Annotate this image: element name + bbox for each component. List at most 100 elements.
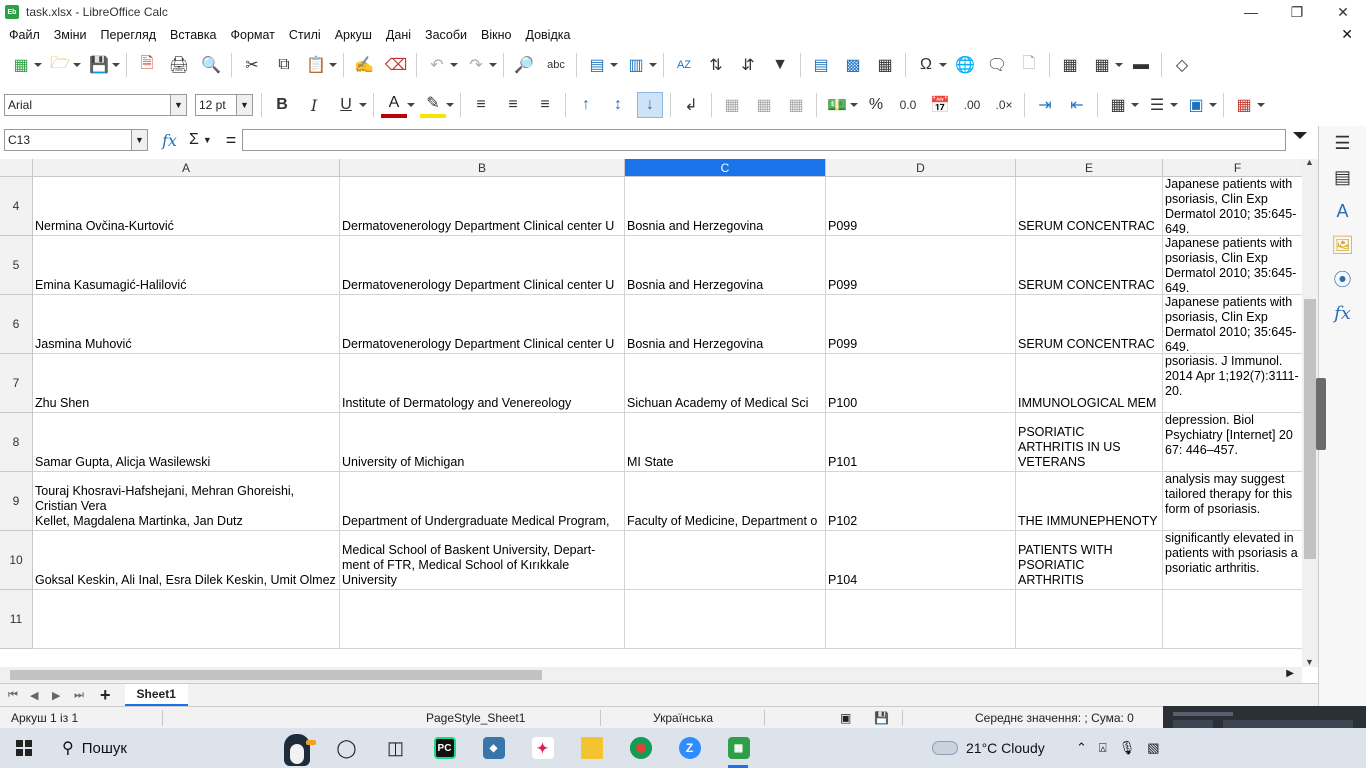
menu-styles[interactable]: Стилі bbox=[289, 28, 321, 42]
number-format-icon[interactable]: 0.0 bbox=[895, 92, 921, 118]
cell-c11[interactable] bbox=[625, 590, 826, 649]
horizontal-scrollbar[interactable]: ▶ bbox=[0, 667, 1302, 683]
restore-button[interactable]: ❐ bbox=[1274, 0, 1320, 24]
close-document-icon[interactable]: ✕ bbox=[1341, 26, 1353, 43]
sort-descending-icon[interactable]: ⇵ bbox=[735, 52, 761, 78]
add-decimal-icon[interactable]: .00 bbox=[959, 92, 985, 118]
cell-b9[interactable]: Department of Undergraduate Medical Prog… bbox=[340, 472, 625, 531]
delete-decimal-icon[interactable]: .0× bbox=[991, 92, 1017, 118]
comment-icon[interactable]: 🗨 bbox=[984, 52, 1010, 78]
save-icon[interactable]: 💾 bbox=[86, 52, 120, 78]
cell-e10[interactable]: PATIENTS WITH PSORIATIC ARTHRITIS bbox=[1016, 531, 1163, 590]
unmerge-cells-icon[interactable]: ▦ bbox=[783, 92, 809, 118]
select-all-corner[interactable] bbox=[0, 159, 33, 177]
first-sheet-icon[interactable]: ⏮ bbox=[8, 689, 22, 702]
insert-image-icon[interactable]: ▤ bbox=[808, 52, 834, 78]
sum-icon[interactable]: Σ bbox=[189, 131, 199, 149]
highlight-color-icon[interactable]: ✎ bbox=[420, 92, 454, 118]
show-hidden-icons-icon[interactable]: ⌃ bbox=[1076, 740, 1087, 756]
cell-a7[interactable]: Zhu Shen bbox=[33, 354, 340, 413]
cell-c7[interactable]: Sichuan Academy of Medical Sci bbox=[625, 354, 826, 413]
print-icon[interactable]: 🖨 bbox=[166, 52, 192, 78]
cell-c5[interactable]: Bosnia and Herzegovina bbox=[625, 236, 826, 295]
paste-icon[interactable]: 📋 bbox=[303, 52, 337, 78]
gallery-icon[interactable]: 🖼 bbox=[1319, 228, 1366, 262]
align-bottom-icon[interactable]: ↓ bbox=[637, 92, 663, 118]
menu-tools[interactable]: Засоби bbox=[425, 28, 467, 42]
cell-e9[interactable]: THE IMMUNEPHENOTY bbox=[1016, 472, 1163, 531]
row-header[interactable]: 11 bbox=[0, 590, 33, 649]
cell-e5[interactable]: SERUM CONCENTRAC bbox=[1016, 236, 1163, 295]
language[interactable]: Українська bbox=[653, 711, 713, 725]
slack-icon[interactable]: ✦ bbox=[518, 728, 567, 768]
merge-cells-icon[interactable]: ▦ bbox=[751, 92, 777, 118]
cell-e4[interactable]: SERUM CONCENTRAC bbox=[1016, 177, 1163, 236]
undo-icon[interactable]: ↶ bbox=[424, 52, 458, 78]
taskbar-search[interactable]: ⚲ Пошук bbox=[48, 728, 258, 768]
spelling-icon[interactable]: abc bbox=[543, 52, 569, 78]
row-header[interactable]: 9 bbox=[0, 472, 33, 531]
cell-f5[interactable]: Japanese patients with psoriasis, Clin E… bbox=[1163, 236, 1302, 295]
cell-d9[interactable]: P102 bbox=[826, 472, 1016, 531]
cell-b11[interactable] bbox=[340, 590, 625, 649]
close-window-button[interactable]: ✕ bbox=[1320, 0, 1366, 24]
cell-e6[interactable]: SERUM CONCENTRAC bbox=[1016, 295, 1163, 354]
cell-a4[interactable]: Nermina Ovčina-Kurtović bbox=[33, 177, 340, 236]
minimize-button[interactable]: — bbox=[1228, 0, 1274, 24]
sidebar-toggle-handle[interactable] bbox=[1316, 378, 1326, 450]
column-icon[interactable]: ▥ bbox=[623, 52, 657, 78]
row-header[interactable]: 5 bbox=[0, 236, 33, 295]
cell-e8[interactable]: PSORIATIC ARTHRITIS IN US VETERANS bbox=[1016, 413, 1163, 472]
percent-format-icon[interactable]: % bbox=[863, 92, 889, 118]
row-header[interactable]: 6 bbox=[0, 295, 33, 354]
copy-icon[interactable]: ⧉ bbox=[271, 52, 297, 78]
decrease-indent-icon[interactable]: ⇤ bbox=[1064, 92, 1090, 118]
clone-formatting-icon[interactable]: ✍ bbox=[351, 52, 377, 78]
bold-icon[interactable]: B bbox=[269, 92, 295, 118]
cell-d4[interactable]: P099 bbox=[826, 177, 1016, 236]
border-color-icon[interactable]: ▣ bbox=[1183, 92, 1217, 118]
cell-d5[interactable]: P099 bbox=[826, 236, 1016, 295]
date-format-icon[interactable]: 📅 bbox=[927, 92, 953, 118]
italic-icon[interactable]: I bbox=[301, 92, 327, 118]
export-pdf-icon[interactable]: 🗎 bbox=[134, 52, 160, 78]
microphone-icon[interactable]: 🎙 bbox=[1119, 740, 1136, 756]
cell-a5[interactable]: Emina Kasumagić-Halilović bbox=[33, 236, 340, 295]
formula-icon[interactable]: = bbox=[226, 130, 237, 151]
cell-e7[interactable]: IMMUNOLOGICAL MEM bbox=[1016, 354, 1163, 413]
cell-a11[interactable] bbox=[33, 590, 340, 649]
chevron-down-icon[interactable]: ▼ bbox=[131, 130, 147, 150]
cell-b7[interactable]: Institute of Dermatology and Venereology bbox=[340, 354, 625, 413]
functions-icon[interactable]: fx bbox=[1319, 296, 1366, 330]
column-header-f[interactable]: F bbox=[1163, 159, 1302, 177]
menu-help[interactable]: Довідка bbox=[525, 28, 570, 42]
properties-icon[interactable]: ▤ bbox=[1319, 160, 1366, 194]
chevron-down-icon[interactable]: ▼ bbox=[236, 95, 252, 115]
add-sheet-icon[interactable]: + bbox=[100, 685, 111, 706]
column-header-b[interactable]: B bbox=[340, 159, 625, 177]
sort-ascending-icon[interactable]: ⇅ bbox=[703, 52, 729, 78]
cell-d10[interactable]: P104 bbox=[826, 531, 1016, 590]
cell-f4[interactable]: Japanese patients with psoriasis, Clin E… bbox=[1163, 177, 1302, 236]
cell-c10[interactable] bbox=[625, 531, 826, 590]
redo-icon[interactable]: ↷ bbox=[463, 52, 497, 78]
cell-a6[interactable]: Jasmina Muhović bbox=[33, 295, 340, 354]
row-header[interactable]: 7 bbox=[0, 354, 33, 413]
zoom-icon[interactable]: Z bbox=[665, 728, 714, 768]
wrap-text-icon[interactable]: ↲ bbox=[678, 92, 704, 118]
scrollbar-thumb[interactable] bbox=[10, 670, 542, 680]
formula-input[interactable] bbox=[242, 129, 1286, 151]
scroll-down-icon[interactable]: ▼ bbox=[1305, 657, 1314, 667]
column-header-d[interactable]: D bbox=[826, 159, 1016, 177]
name-box[interactable]: C13 ▼ bbox=[4, 129, 148, 151]
cell-d6[interactable]: P099 bbox=[826, 295, 1016, 354]
cell-f8[interactable]: depression. Biol Psychiatry [Internet] 2… bbox=[1163, 413, 1302, 472]
battery-icon[interactable]: ▧ bbox=[1147, 740, 1159, 756]
file-explorer-icon[interactable] bbox=[567, 728, 616, 768]
column-header-e[interactable]: E bbox=[1016, 159, 1163, 177]
align-left-icon[interactable]: ≡ bbox=[468, 92, 494, 118]
next-sheet-icon[interactable]: ▶ bbox=[52, 689, 66, 702]
hyperlink-icon[interactable]: 🌐 bbox=[952, 52, 978, 78]
conditional-format-icon[interactable]: ▦ bbox=[1231, 92, 1265, 118]
border-style-icon[interactable]: ☰ bbox=[1144, 92, 1178, 118]
